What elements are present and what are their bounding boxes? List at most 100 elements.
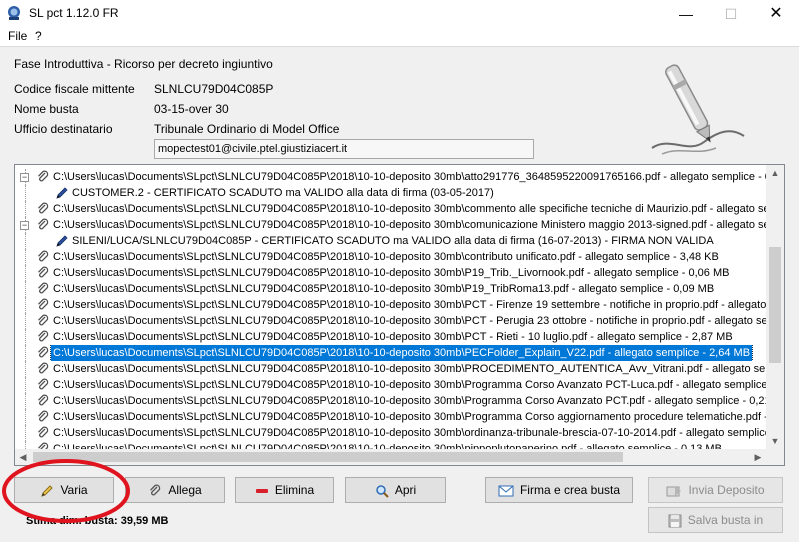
file-row[interactable]: C:\Users\lucas\Documents\SLpct\SLNLCU79D… — [15, 201, 766, 217]
file-row[interactable]: C:\Users\lucas\Documents\SLpct\SLNLCU79D… — [15, 297, 766, 313]
tree-connector — [25, 345, 26, 361]
minimize-button[interactable]: — — [663, 0, 709, 28]
file-path-text: C:\Users\lucas\Documents\SLpct\SLNLCU79D… — [53, 251, 719, 263]
pen-signature-icon — [651, 64, 745, 155]
codice-fiscale-value: SLNLCU79D04C085P — [154, 82, 274, 96]
tree-connector — [25, 377, 26, 393]
signature-row[interactable]: SILENI/LUCA/SLNLCU79D04C085P - CERTIFICA… — [15, 233, 766, 249]
phase-title: Fase Introduttiva - Ricorso per decreto … — [14, 57, 273, 71]
file-path-text: C:\Users\lucas\Documents\SLpct\SLNLCU79D… — [53, 299, 766, 311]
menu-file[interactable]: File — [8, 29, 27, 43]
signature-row[interactable]: CUSTOMER.2 - CERTIFICATO SCADUTO ma VALI… — [15, 185, 766, 201]
allega-button[interactable]: Allega — [125, 477, 225, 503]
file-row[interactable]: C:\Users\lucas\Documents\SLpct\SLNLCU79D… — [15, 313, 766, 329]
minus-icon — [255, 488, 268, 493]
tree-connector — [25, 265, 26, 281]
attachments-list[interactable]: − C:\Users\lucas\Documents\SLpct\SLNLCU79… — [14, 164, 785, 466]
paperclip-icon — [36, 298, 50, 312]
invia-deposito-button[interactable]: Invia Deposito — [648, 477, 783, 503]
tree-connector — [25, 329, 26, 345]
file-row[interactable]: C:\Users\lucas\Documents\SLpct\SLNLCU79D… — [15, 361, 766, 377]
file-path-text: C:\Users\lucas\Documents\SLpct\SLNLCU79D… — [53, 203, 766, 215]
pec-address-field[interactable]: mopectest01@civile.ptel.giustiziacert.it — [154, 139, 534, 159]
scroll-right-icon[interactable]: ▶ — [750, 449, 766, 465]
paperclip-icon — [36, 202, 50, 216]
file-path-text: C:\Users\lucas\Documents\SLpct\SLNLCU79D… — [53, 171, 766, 183]
paperclip-icon — [36, 346, 50, 360]
file-row[interactable]: C:\Users\lucas\Documents\SLpct\SLNLCU79D… — [15, 409, 766, 425]
apri-label: Apri — [394, 483, 417, 497]
file-row[interactable]: C:\Users\lucas\Documents\SLpct\SLNLCU79D… — [15, 329, 766, 345]
envelope-icon — [498, 485, 514, 497]
file-row[interactable]: C:\Users\lucas\Documents\SLpct\SLNLCU79D… — [15, 345, 766, 361]
magnifier-icon — [376, 485, 389, 498]
tree-connector — [25, 249, 26, 265]
file-row[interactable]: − C:\Users\lucas\Documents\SLpct\SLNLCU79… — [15, 169, 766, 185]
file-path-text: C:\Users\lucas\Documents\SLpct\SLNLCU79D… — [49, 345, 754, 361]
scroll-up-icon[interactable]: ▲ — [766, 165, 784, 181]
close-button[interactable]: ✕ — [753, 0, 799, 28]
apri-button[interactable]: Apri — [345, 477, 446, 503]
file-row[interactable]: C:\Users\lucas\Documents\SLpct\SLNLCU79D… — [15, 425, 766, 441]
salva-busta-button[interactable]: Salva busta in — [648, 507, 783, 533]
tree-connector — [25, 409, 26, 425]
scroll-corner — [766, 449, 784, 465]
floppy-disk-icon — [668, 514, 682, 528]
send-deposit-icon — [666, 485, 682, 497]
file-path-text: C:\Users\lucas\Documents\SLpct\SLNLCU79D… — [53, 315, 766, 327]
file-row[interactable]: C:\Users\lucas\Documents\SLpct\SLNLCU79D… — [15, 393, 766, 409]
file-path-text: C:\Users\lucas\Documents\SLpct\SLNLCU79D… — [53, 379, 766, 391]
paperclip-icon — [36, 170, 50, 184]
file-path-text: C:\Users\lucas\Documents\SLpct\SLNLCU79D… — [53, 427, 766, 439]
paperclip-icon — [36, 218, 50, 232]
file-row[interactable]: C:\Users\lucas\Documents\SLpct\SLNLCU79D… — [15, 249, 766, 265]
file-row[interactable]: C:\Users\lucas\Documents\SLpct\SLNLCU79D… — [15, 265, 766, 281]
paperclip-icon — [36, 426, 50, 440]
file-path-text: C:\Users\lucas\Documents\SLpct\SLNLCU79D… — [53, 363, 766, 375]
signature-status-text: SILENI/LUCA/SLNLCU79D04C085P - CERTIFICA… — [72, 235, 714, 247]
tree-connector — [25, 313, 26, 329]
firma-crea-busta-button[interactable]: Firma e crea busta — [485, 477, 633, 503]
paperclip-icon — [36, 394, 50, 408]
allega-label: Allega — [168, 483, 202, 497]
vertical-scroll-thumb[interactable] — [769, 247, 781, 363]
menu-divider — [0, 46, 799, 47]
salva-label: Salva busta in — [687, 513, 764, 527]
file-path-text: C:\Users\lucas\Documents\SLpct\SLNLCU79D… — [53, 283, 715, 295]
menu-bar: File ? — [0, 28, 799, 46]
vertical-scrollbar[interactable]: ▲ ▼ — [766, 165, 784, 449]
file-row[interactable]: C:\Users\lucas\Documents\SLpct\SLNLCU79D… — [15, 281, 766, 297]
paperclip-icon — [36, 266, 50, 280]
tree-connector — [25, 185, 26, 201]
collapse-toggle-icon[interactable]: − — [20, 221, 29, 230]
tree-connector — [25, 281, 26, 297]
file-path-text: C:\Users\lucas\Documents\SLpct\SLNLCU79D… — [53, 219, 766, 231]
varia-label: Varia — [60, 483, 88, 497]
tree-connector — [25, 297, 26, 313]
signature-status-text: CUSTOMER.2 - CERTIFICATO SCADUTO ma VALI… — [72, 187, 494, 199]
horizontal-scrollbar[interactable]: ◀ ▶ — [15, 449, 766, 465]
scroll-left-icon[interactable]: ◀ — [15, 449, 31, 465]
nome-busta-label: Nome busta — [14, 102, 79, 116]
paperclip-icon — [150, 484, 161, 496]
signature-pen-icon — [55, 234, 69, 248]
elimina-button[interactable]: Elimina — [235, 477, 334, 503]
menu-help[interactable]: ? — [35, 29, 42, 43]
file-row[interactable]: − C:\Users\lucas\Documents\SLpct\SLNLCU79… — [15, 217, 766, 233]
invia-label: Invia Deposito — [688, 483, 765, 497]
varia-button[interactable]: Varia — [14, 477, 114, 503]
scroll-down-icon[interactable]: ▼ — [766, 433, 784, 449]
paperclip-icon — [36, 378, 50, 392]
tree-connector — [25, 233, 26, 249]
signature-pen-icon — [55, 186, 69, 200]
tree-connector — [25, 425, 26, 441]
attachments-rows: − C:\Users\lucas\Documents\SLpct\SLNLCU79… — [15, 169, 766, 457]
ufficio-value: Tribunale Ordinario di Model Office — [154, 122, 340, 136]
file-row[interactable]: C:\Users\lucas\Documents\SLpct\SLNLCU79D… — [15, 377, 766, 393]
maximize-button[interactable]: ☐ — [708, 0, 754, 28]
firma-label: Firma e crea busta — [519, 483, 621, 497]
collapse-toggle-icon[interactable]: − — [20, 173, 29, 182]
horizontal-scroll-thumb[interactable] — [33, 452, 623, 462]
paperclip-icon — [36, 362, 50, 376]
title-bar: SL pct 1.12.0 FR — ☐ ✕ — [0, 0, 799, 28]
